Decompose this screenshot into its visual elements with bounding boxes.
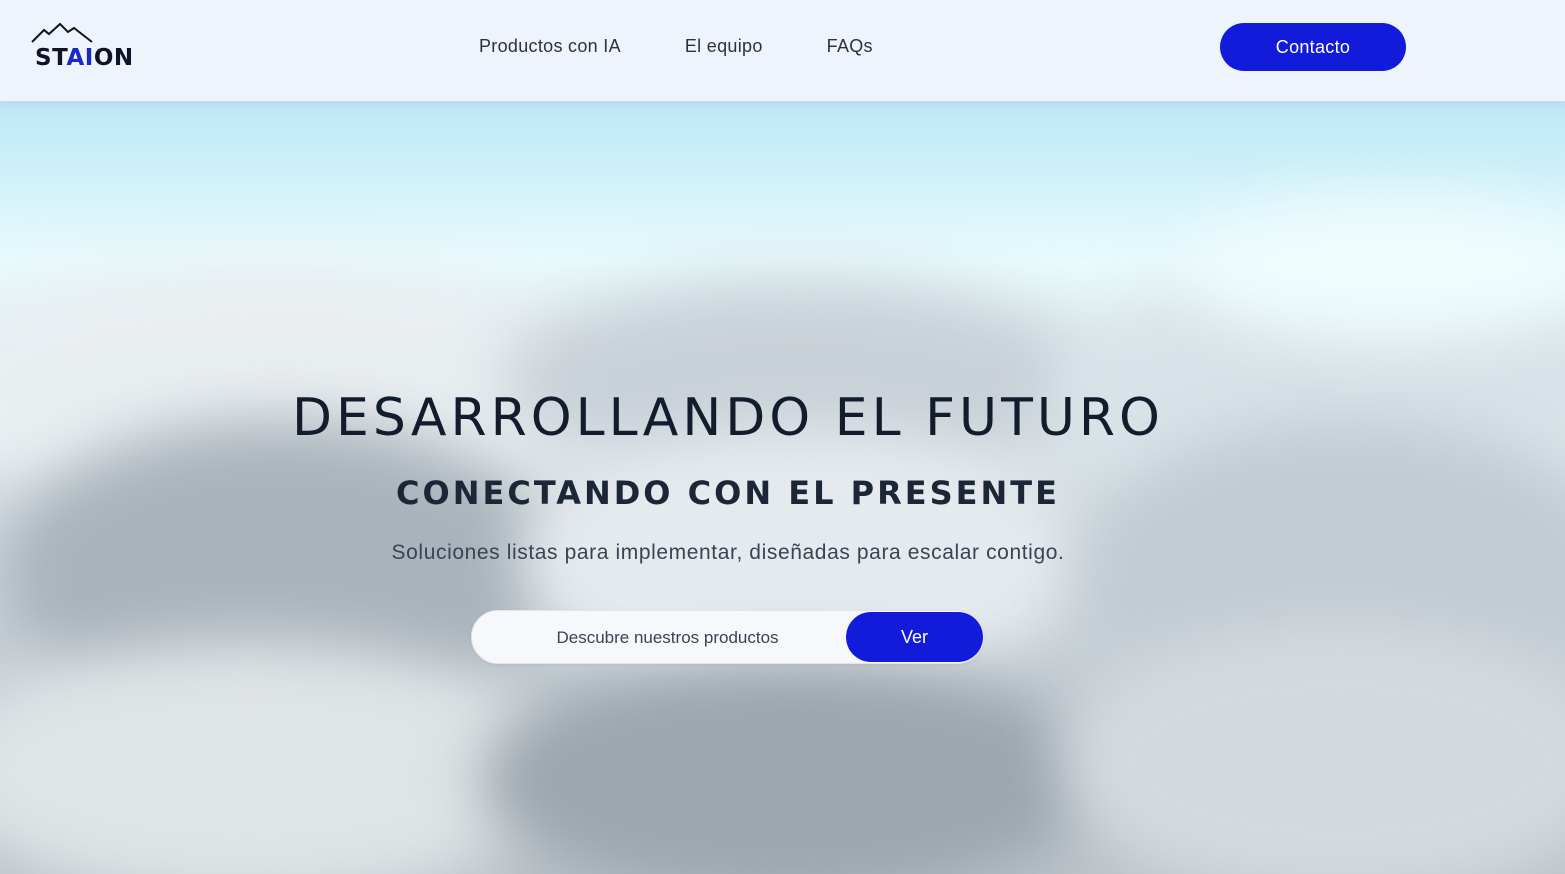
products-cta: Ver <box>471 610 984 664</box>
contact-button[interactable]: Contacto <box>1220 23 1406 71</box>
hero-tagline: Soluciones listas para implementar, dise… <box>391 541 1065 564</box>
brand-logo[interactable]: STAION <box>30 22 138 74</box>
view-products-button[interactable]: Ver <box>846 612 983 662</box>
site-header: STAION Productos con IA El equipo FAQs C… <box>0 0 1565 102</box>
nav-item-faqs[interactable]: FAQs <box>827 36 873 57</box>
brand-wordmark-accent: AI <box>66 45 94 71</box>
nav-item-productos[interactable]: Productos con IA <box>479 36 621 57</box>
mountain-peaks-icon <box>31 22 93 43</box>
brand-wordmark-end: ON <box>93 45 134 71</box>
main-nav: Productos con IA El equipo FAQs <box>479 34 873 58</box>
brand-wordmark: STAION <box>35 45 134 71</box>
products-search-input[interactable] <box>490 619 845 657</box>
nav-item-equipo[interactable]: El equipo <box>685 36 763 57</box>
hero-subheadline: CONECTANDO CON EL PRESENTE <box>396 474 1060 512</box>
cloud <box>480 660 1100 874</box>
brand-wordmark-start: ST <box>35 45 67 71</box>
hero-headline: DESARROLLANDO EL FUTURO <box>292 388 1164 448</box>
